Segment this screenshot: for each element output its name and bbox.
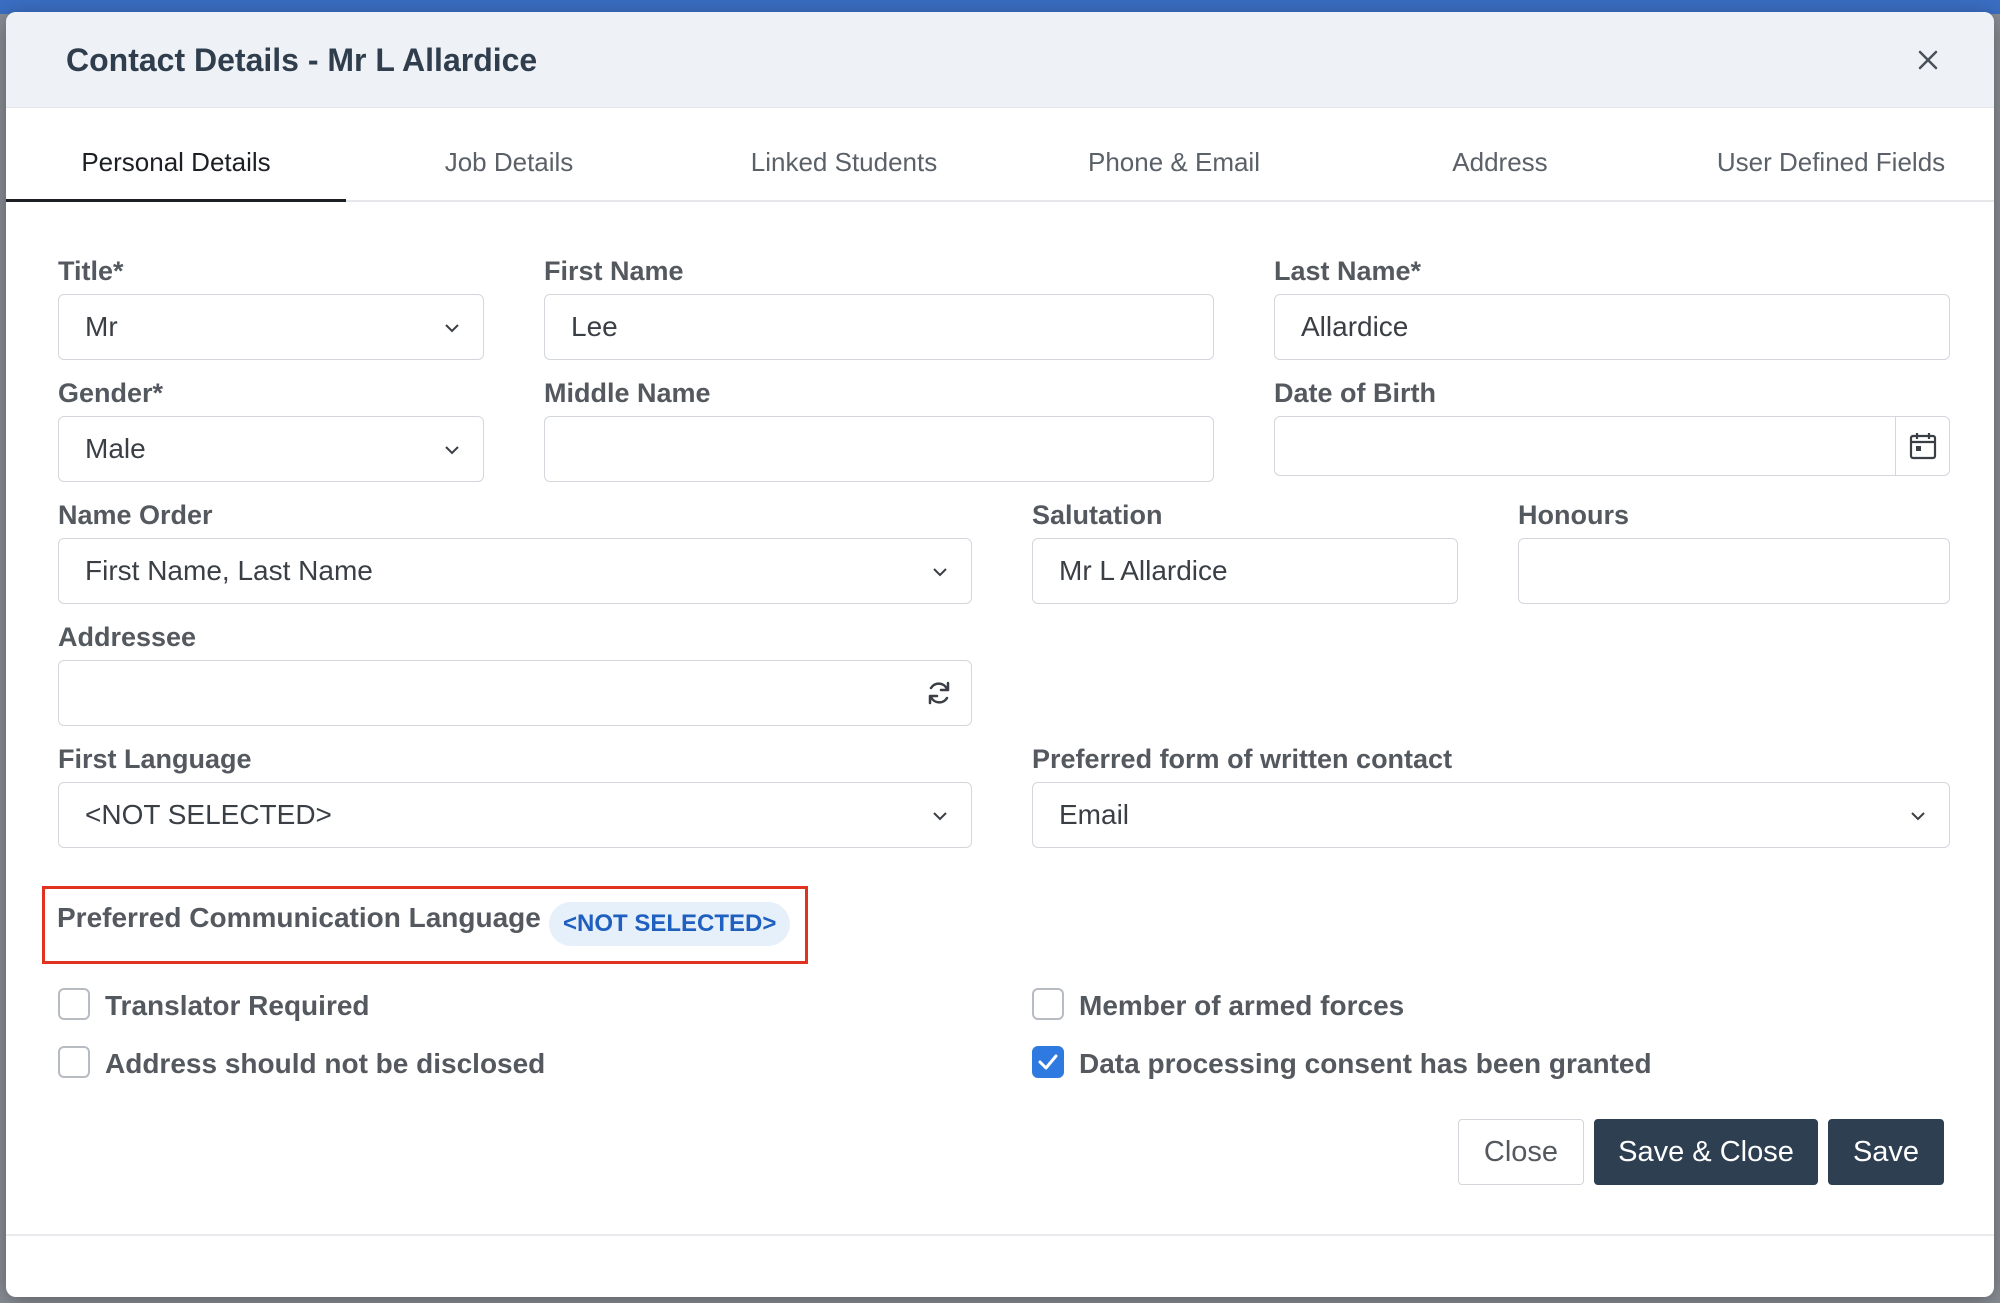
save-close-button[interactable]: Save & Close	[1594, 1119, 1818, 1185]
armed-forces-label: Member of armed forces	[1079, 990, 1405, 1021]
middle-name-field[interactable]	[544, 416, 1214, 482]
modal-header: Contact Details - Mr L Allardice	[6, 12, 1994, 108]
title-value: Mr	[85, 311, 118, 342]
chevron-down-icon	[445, 324, 459, 333]
salutation-field[interactable]: Mr L Allardice	[1032, 538, 1458, 604]
first-language-select[interactable]: <NOT SELECTED>	[58, 782, 972, 848]
salutation-value: Mr L Allardice	[1059, 555, 1228, 586]
addressee-label: Addressee	[58, 622, 197, 652]
first-language-label: First Language	[58, 744, 252, 774]
last-name-label: Last Name*	[1274, 256, 1422, 286]
chevron-down-icon	[445, 446, 459, 455]
chevron-down-icon	[933, 568, 947, 577]
pref-comm-language-badge[interactable]: <NOT SELECTED>	[549, 902, 791, 946]
salutation-label: Salutation	[1032, 500, 1163, 530]
chevron-down-icon	[933, 812, 947, 821]
name-order-value: First Name, Last Name	[85, 555, 373, 586]
written-contact-select[interactable]: Email	[1032, 782, 1950, 848]
first-language-value: <NOT SELECTED>	[85, 799, 332, 830]
tab-user-defined-fields[interactable]: User Defined Fields	[1668, 108, 1994, 202]
dob-field[interactable]	[1274, 416, 1950, 476]
consent-checkbox[interactable]	[1032, 1046, 1064, 1078]
tab-bar: Personal Details Job Details Linked Stud…	[6, 108, 1994, 202]
chevron-down-icon	[1911, 812, 1925, 821]
pref-comm-language-label: Preferred Communication Language	[57, 902, 541, 933]
name-order-select[interactable]: First Name, Last Name	[58, 538, 972, 604]
name-order-label: Name Order	[58, 500, 213, 530]
close-icon[interactable]	[1914, 46, 1942, 74]
footer-divider	[6, 1234, 1994, 1236]
address-private-label: Address should not be disclosed	[105, 1048, 546, 1079]
written-contact-label: Preferred form of written contact	[1032, 744, 1453, 774]
calendar-icon	[1909, 433, 1937, 460]
tab-linked-students[interactable]: Linked Students	[672, 108, 1016, 202]
contact-details-modal: Contact Details - Mr L Allardice Persona…	[6, 12, 1994, 1297]
first-name-field[interactable]: Lee	[544, 294, 1214, 360]
addressee-field[interactable]	[58, 660, 972, 726]
tab-job-details[interactable]: Job Details	[346, 108, 672, 202]
consent-label: Data processing consent has been granted	[1079, 1048, 1652, 1079]
gender-label: Gender*	[58, 378, 164, 408]
armed-forces-checkbox[interactable]	[1032, 988, 1064, 1020]
middle-name-label: Middle Name	[544, 378, 711, 408]
honours-field[interactable]	[1518, 538, 1950, 604]
dob-label: Date of Birth	[1274, 378, 1436, 408]
translator-label: Translator Required	[105, 990, 370, 1021]
title-label: Title*	[58, 256, 124, 286]
translator-checkbox[interactable]	[58, 988, 90, 1020]
gender-select[interactable]: Male	[58, 416, 484, 482]
calendar-button[interactable]	[1895, 417, 1949, 475]
modal-title: Contact Details - Mr L Allardice	[66, 42, 538, 78]
tab-personal-details[interactable]: Personal Details	[6, 108, 346, 202]
address-private-checkbox[interactable]	[58, 1046, 90, 1078]
checkmark-icon	[1038, 1054, 1058, 1070]
title-select[interactable]: Mr	[58, 294, 484, 360]
tab-address[interactable]: Address	[1332, 108, 1668, 202]
refresh-icon[interactable]	[925, 679, 953, 707]
written-contact-value: Email	[1059, 799, 1130, 830]
last-name-field[interactable]: Allardice	[1274, 294, 1950, 360]
honours-label: Honours	[1518, 500, 1629, 530]
tab-phone-email[interactable]: Phone & Email	[1016, 108, 1332, 202]
first-name-value: Lee	[571, 311, 618, 342]
close-button[interactable]: Close	[1458, 1119, 1584, 1185]
first-name-label: First Name	[544, 256, 684, 286]
gender-value: Male	[85, 433, 146, 464]
last-name-value: Allardice	[1301, 311, 1409, 342]
save-button[interactable]: Save	[1828, 1119, 1944, 1185]
